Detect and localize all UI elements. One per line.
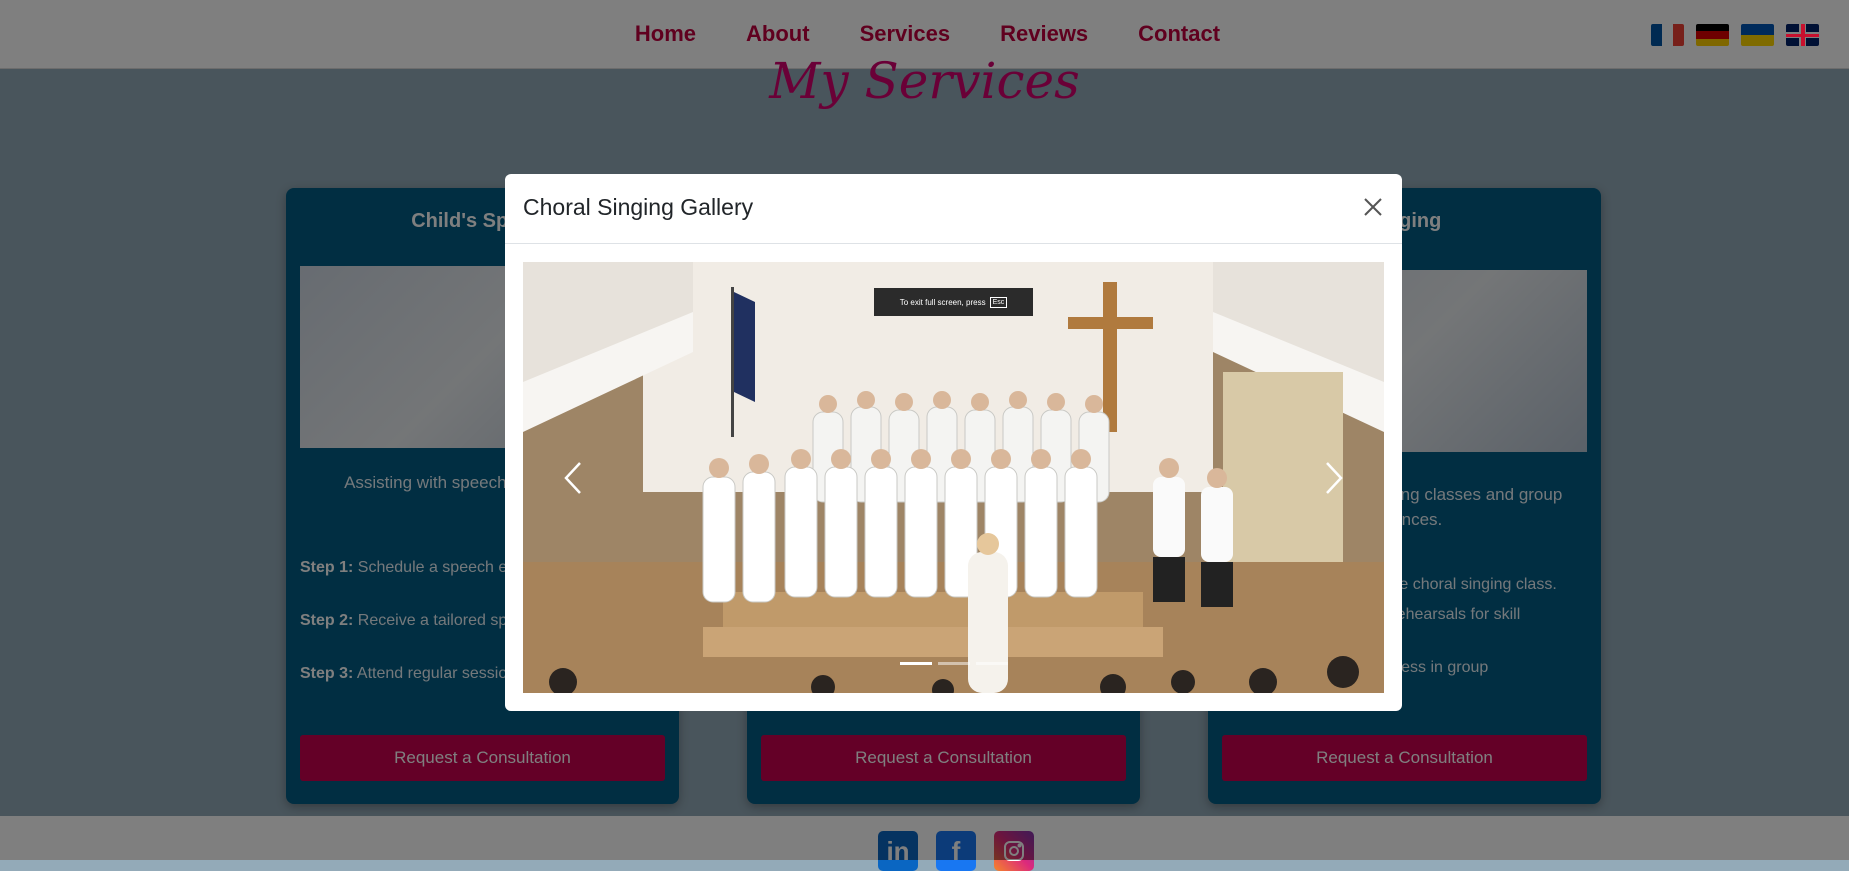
- gallery-modal: Choral Singing Gallery To exit full scre…: [505, 174, 1402, 711]
- chevron-right-icon: [1326, 461, 1343, 494]
- carousel-prev-button[interactable]: [523, 262, 623, 693]
- esc-key: Esc: [989, 296, 1008, 308]
- carousel-next-button[interactable]: [1284, 262, 1384, 693]
- modal-header: Choral Singing Gallery: [505, 174, 1402, 244]
- chevron-left-icon: [564, 461, 581, 494]
- carousel-indicators: [523, 662, 1384, 665]
- fullscreen-notice-text: To exit full screen, press: [899, 297, 986, 307]
- choir-photo: [523, 262, 1384, 693]
- carousel-indicator-2[interactable]: [937, 662, 970, 665]
- carousel-indicator-3[interactable]: [975, 662, 1008, 665]
- close-icon[interactable]: [1360, 194, 1386, 220]
- gallery-carousel: To exit full screen, press Esc: [523, 262, 1384, 693]
- fullscreen-notice: To exit full screen, press Esc: [874, 288, 1033, 316]
- modal-title: Choral Singing Gallery: [523, 194, 754, 220]
- carousel-indicator-1[interactable]: [899, 662, 932, 665]
